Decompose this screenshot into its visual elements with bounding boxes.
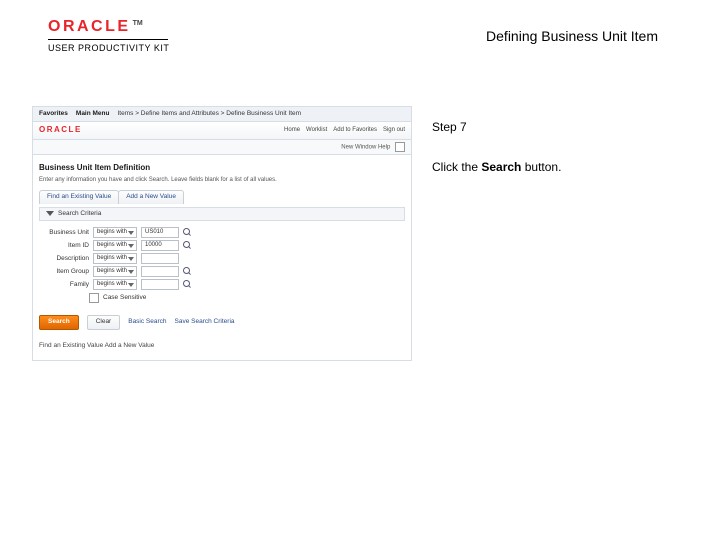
op-business-unit[interactable]: begins with [93, 227, 137, 238]
input-description[interactable] [141, 253, 179, 264]
op-family[interactable]: begins with [93, 279, 137, 290]
label-family: Family [43, 281, 89, 289]
collapse-icon [46, 211, 54, 216]
brand-bar: ORACLE Home Worklist Add to Favorites Si… [32, 122, 412, 139]
page-title: Defining Business Unit Item [486, 28, 658, 44]
lookup-icon[interactable] [183, 228, 192, 237]
instruction-suffix: button. [521, 160, 561, 174]
row-description: Description begins with [43, 253, 401, 264]
criteria-label: Search Criteria [58, 210, 101, 217]
tab-find-existing[interactable]: Find an Existing Value [39, 190, 119, 203]
trademark: TM [133, 20, 143, 27]
instruction-text: Click the Search button. [432, 160, 682, 174]
small-oracle-logo: ORACLE [39, 125, 82, 135]
footer-links[interactable]: Find an Existing Value Add a New Value [39, 342, 405, 350]
instruction-bold: Search [481, 160, 521, 174]
lookup-icon[interactable] [183, 280, 192, 289]
lookup-icon[interactable] [183, 267, 192, 276]
nav-favorites[interactable]: Favorites [39, 110, 68, 118]
link-home[interactable]: Home [284, 127, 300, 135]
oracle-text: ORACLE [48, 18, 131, 35]
label-case-sensitive: Case Sensitive [103, 294, 146, 302]
save-criteria-link[interactable]: Save Search Criteria [175, 318, 235, 326]
logo-divider [48, 39, 168, 40]
embedded-screenshot: Favorites Main Menu Items > Define Items… [32, 106, 412, 361]
instruction-prefix: Click the [432, 160, 481, 174]
breadcrumb: Items > Define Items and Attributes > De… [118, 110, 302, 118]
section-desc: Enter any information you have and click… [39, 177, 405, 185]
label-description: Description [43, 255, 89, 263]
op-item-group[interactable]: begins with [93, 266, 137, 277]
checkbox-case-sensitive[interactable] [89, 293, 99, 303]
tabs: Find an Existing Value Add a New Value [39, 190, 405, 203]
section-heading: Business Unit Item Definition [39, 163, 405, 173]
basic-search-link[interactable]: Basic Search [128, 318, 166, 326]
clear-button[interactable]: Clear [87, 315, 121, 329]
search-criteria-header[interactable]: Search Criteria [39, 207, 405, 221]
brand-logo-block: ORACLETM USER PRODUCTIVITY KIT [48, 18, 169, 53]
search-form: Business Unit begins with US010 Item ID … [39, 221, 405, 309]
step-label: Step 7 [432, 120, 682, 134]
tab-add-new[interactable]: Add a New Value [118, 190, 184, 203]
help-icon[interactable] [395, 142, 405, 152]
row-case-sensitive: Case Sensitive [89, 293, 401, 303]
input-item-group[interactable] [141, 266, 179, 277]
content-area: Business Unit Item Definition Enter any … [32, 155, 412, 361]
instruction-panel: Step 7 Click the Search button. [432, 120, 682, 174]
label-item-id: Item ID [43, 242, 89, 250]
row-family: Family begins with [43, 279, 401, 290]
op-item-id[interactable]: begins with [93, 240, 137, 251]
link-add-favorites[interactable]: Add to Favorites [333, 127, 377, 135]
sub-bar: New Window Help [32, 140, 412, 155]
row-item-group: Item Group begins with [43, 266, 401, 277]
link-worklist[interactable]: Worklist [306, 127, 327, 135]
subbar-links[interactable]: New Window Help [341, 144, 390, 150]
op-description[interactable]: begins with [93, 253, 137, 264]
oracle-wordmark: ORACLETM [48, 18, 143, 36]
button-row: Search Clear Basic Search Save Search Cr… [39, 315, 405, 329]
search-button[interactable]: Search [39, 315, 79, 329]
link-signout[interactable]: Sign out [383, 127, 405, 135]
row-business-unit: Business Unit begins with US010 [43, 227, 401, 238]
input-family[interactable] [141, 279, 179, 290]
product-name: USER PRODUCTIVITY KIT [48, 43, 169, 53]
label-business-unit: Business Unit [43, 229, 89, 237]
nav-main-menu[interactable]: Main Menu [76, 110, 110, 118]
input-business-unit[interactable]: US010 [141, 227, 179, 238]
label-item-group: Item Group [43, 268, 89, 276]
input-item-id[interactable]: 10000 [141, 240, 179, 251]
nav-topbar: Favorites Main Menu Items > Define Items… [32, 106, 412, 122]
row-item-id: Item ID begins with 10000 [43, 240, 401, 251]
lookup-icon[interactable] [183, 241, 192, 250]
